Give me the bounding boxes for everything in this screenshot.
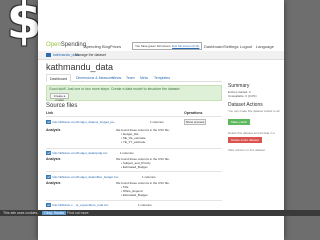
- list-item: Estimated_Budget: [121, 165, 170, 169]
- source-file-link[interactable]: url http://kiblarso.com/budget_data/cpalg…: [46, 151, 108, 155]
- cookie-more-link[interactable]: Find out more: [67, 211, 89, 215]
- openspending-logo[interactable]: OpenSpending: [46, 42, 86, 48]
- dataset-actions-heading: Dataset Actions: [228, 102, 263, 108]
- source-file-status: 1 columns: [142, 175, 156, 179]
- analysis-columns: We found these columns in the CSV file: …: [116, 157, 170, 169]
- top-navigation: OpenSpending Spending Blog Prices You ha…: [38, 41, 284, 51]
- analysis-label: Analysis: [46, 128, 61, 132]
- source-file-status: 1 columns: [138, 203, 152, 207]
- source-file-link[interactable]: url http://kiblarso.com/budget_datacol_bu…: [46, 120, 116, 124]
- tab-templates[interactable]: Templates: [151, 74, 173, 82]
- delete-description: Delete this dataset and all data in it: [228, 131, 275, 135]
- tab-team[interactable]: Team: [123, 74, 138, 82]
- cookie-text: This site uses cookies.: [3, 211, 39, 215]
- analysis-label: Analysis: [46, 157, 61, 161]
- divider: [46, 148, 222, 149]
- browser-page: OpenSpending Spending Blog Prices You ha…: [38, 0, 284, 240]
- nav-dashboard[interactable]: Dashboard: [204, 44, 224, 49]
- tab-views[interactable]: Views: [109, 74, 124, 82]
- make-public-button[interactable]: Make public: [228, 119, 250, 125]
- list-item: Estimated_Budget: [121, 193, 170, 197]
- analysis-columns: We found these columns in the CSV file: …: [116, 128, 170, 144]
- exit-fullscreen-link[interactable]: Exit full screen (F11): [172, 44, 199, 48]
- list-item: YE_TY_estimate: [121, 140, 170, 144]
- cookie-banner: This site uses cookies. Okay, thanks Fin…: [0, 210, 320, 216]
- fullscreen-notice: You have green full screen. Exit full sc…: [132, 42, 202, 50]
- nav-language[interactable]: Language: [256, 44, 274, 49]
- breadcrumb-page: Manage the dataset: [75, 53, 106, 57]
- dataset-sidebar: Summary Entries loaded: 0 Unavailable: 0…: [228, 83, 280, 152]
- nav-prices[interactable]: Prices: [110, 44, 121, 49]
- breadcrumb-separator: ›: [71, 53, 73, 57]
- actions-description: You can make this dataset visible to all…: [228, 109, 280, 113]
- source-files-heading: Source files: [46, 103, 78, 109]
- alert-message: Good stuff! Just one or two more steps. …: [49, 87, 181, 91]
- source-file-link[interactable]: url http://kiblarso.com/budget_data/offic…: [46, 175, 118, 179]
- source-file-status: 1 columns: [120, 151, 134, 155]
- divider: [46, 200, 222, 201]
- source-file-link[interactable]: url http://kiblarso.c... pt_expenditure_t…: [46, 203, 108, 207]
- success-alert: Good stuff! Just one or two more steps. …: [46, 85, 222, 102]
- breadcrumb: kathmandu_data › Manage the dataset: [38, 51, 284, 60]
- divider: [46, 171, 222, 172]
- source-file-status: 1 columns: [150, 120, 164, 124]
- dataset-tabs: Dashboard Dimensions & Measures Views Te…: [46, 74, 222, 82]
- cookie-okay-button[interactable]: Okay, thanks: [42, 211, 67, 215]
- tab-meta[interactable]: Meta: [137, 74, 151, 82]
- divider: [46, 116, 222, 117]
- create-model-button[interactable]: Create a model: [50, 93, 69, 102]
- summary-heading: Summary: [228, 83, 250, 89]
- nav-settings[interactable]: Settings: [224, 44, 238, 49]
- page-title: kathmandu_data: [46, 62, 114, 72]
- sidebar-footer-note: Take actions on this dataset: [228, 148, 266, 152]
- analysis-label: Analysis: [46, 181, 61, 185]
- show-process-button[interactable]: Show process: [184, 119, 206, 125]
- nav-logout[interactable]: Logout: [240, 44, 252, 49]
- nav-blog[interactable]: Spending Blog: [84, 44, 110, 49]
- column-link: Link: [46, 111, 54, 115]
- analysis-columns: We found these columns in the CSV file: …: [116, 181, 170, 197]
- tab-dashboard[interactable]: Dashboard: [46, 74, 72, 82]
- column-operations: Operations: [184, 111, 203, 115]
- delete-dataset-button[interactable]: Delete entire dataset: [228, 137, 262, 143]
- dataset-icon: [46, 53, 51, 57]
